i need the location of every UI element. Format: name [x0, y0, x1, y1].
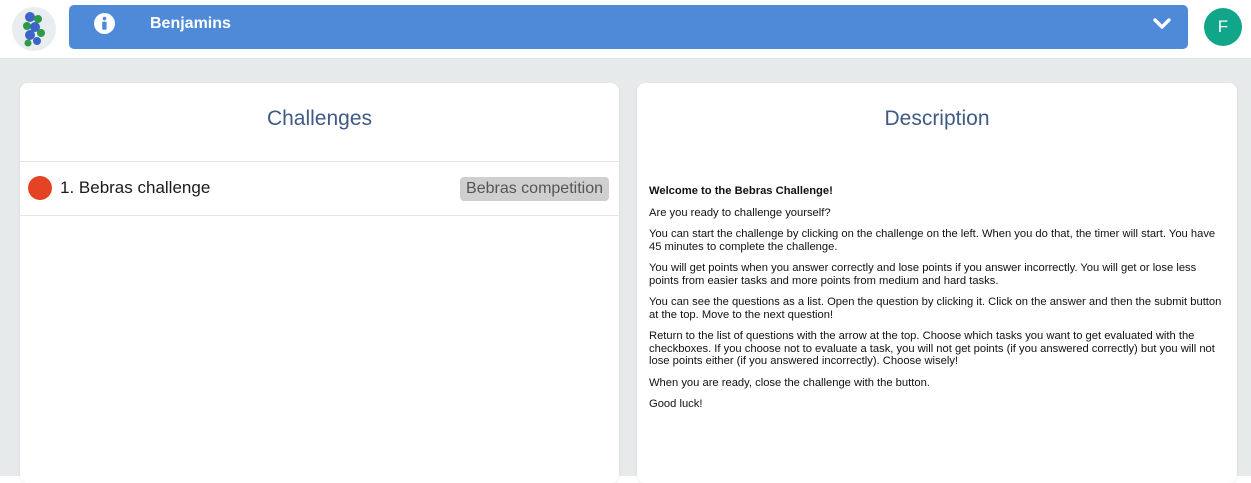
description-title: Description	[884, 107, 990, 130]
description-paragraph: Are you ready to challenge yourself?	[649, 206, 831, 219]
top-bar: Benjamins F	[0, 0, 1251, 59]
competition-badge: Bebras competition	[460, 177, 609, 201]
app-logo-icon[interactable]	[12, 7, 56, 51]
challenges-title: Challenges	[266, 107, 373, 130]
chevron-down-icon[interactable]	[1152, 14, 1172, 34]
description-paragraph: You can see the questions as a list. Ope…	[649, 296, 1222, 321]
challenges-panel: Challenges 1. Bebras challenge Bebras co…	[20, 83, 619, 483]
description-heading: Welcome to the Bebras Challenge!	[649, 185, 833, 197]
status-dot-icon	[28, 176, 52, 200]
info-icon[interactable]	[94, 13, 115, 34]
challenge-title: 1. Bebras challenge	[60, 178, 211, 197]
user-avatar[interactable]: F	[1204, 8, 1242, 46]
description-paragraph: When you are ready, close the challenge …	[649, 376, 930, 389]
description-paragraph: You will get points when you answer corr…	[649, 262, 1197, 287]
description-text: Welcome to the Bebras Challenge! Are you…	[649, 185, 1227, 420]
description-paragraph: Return to the list of questions with the…	[649, 330, 1215, 367]
description-paragraph: You can start the challenge by clicking …	[649, 228, 1216, 253]
description-panel: Description Welcome to the Bebras Challe…	[637, 83, 1237, 483]
class-selector[interactable]	[69, 5, 1188, 49]
class-name: Benjamins	[150, 15, 231, 32]
description-paragraph: Good luck!	[649, 398, 703, 410]
main-area: Challenges 1. Bebras challenge Bebras co…	[0, 59, 1251, 483]
challenge-item[interactable]: 1. Bebras challenge Bebras competition	[20, 162, 619, 216]
